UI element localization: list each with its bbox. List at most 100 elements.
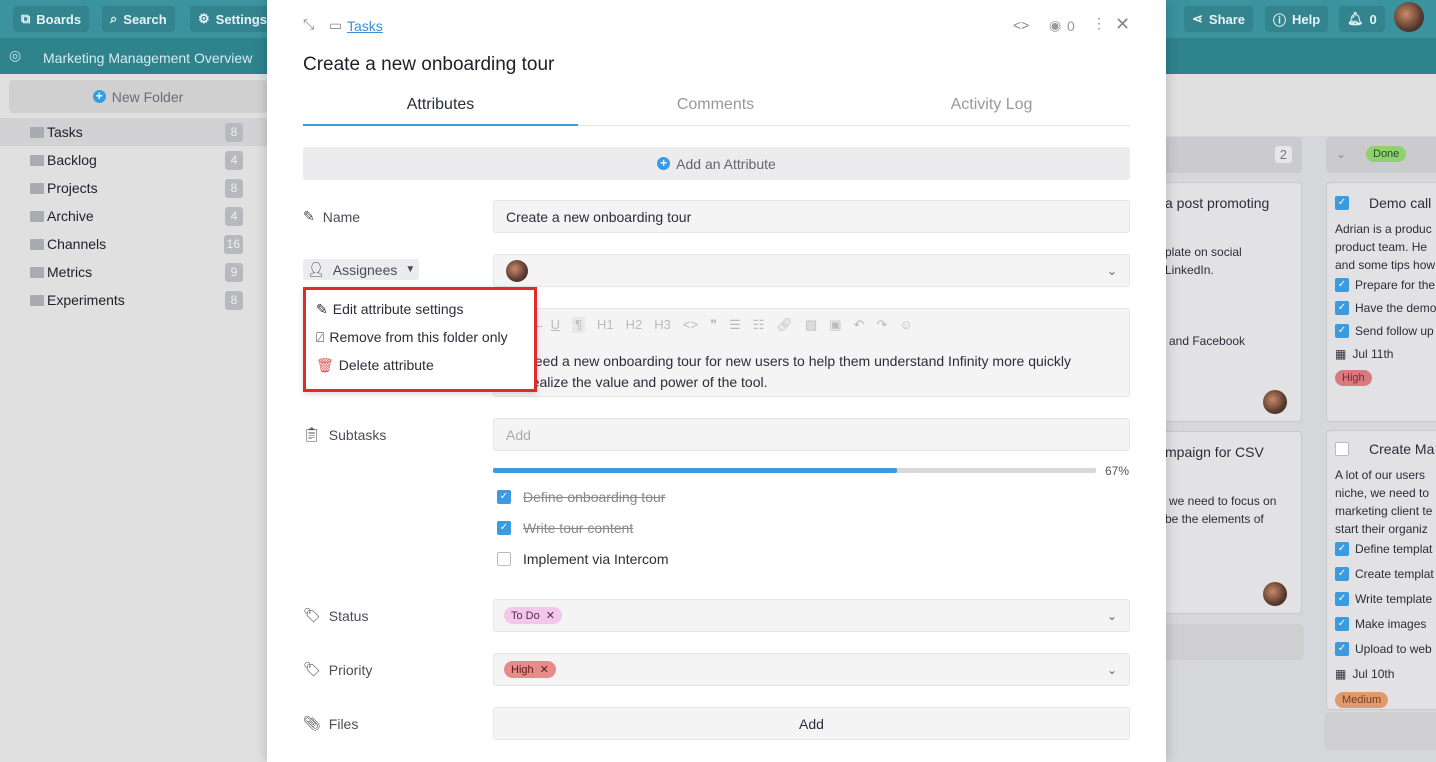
description-editor[interactable]: S̶U¶ H1H2H3 <>❞☰☷ 🔗︎▨▣↶↷☺ need a new onb… [493, 308, 1130, 397]
sidebar-folder-metrics[interactable]: Metrics 9 [0, 258, 267, 286]
status-select[interactable]: To Do ✕ ⌄ [493, 599, 1130, 632]
notifications-button[interactable]: 🔔︎ 0 [1339, 6, 1385, 32]
more-icon[interactable]: ⋮ [1092, 15, 1106, 32]
sidebar-folder-experiments[interactable]: Experiments 8 [0, 286, 267, 314]
h1-button[interactable]: H1 [597, 317, 614, 333]
eye-icon[interactable]: ◉ [1049, 17, 1061, 34]
board-card[interactable]: Create Ma A lot of our users niche, we n… [1326, 430, 1436, 710]
checkbox[interactable]: ✓ [1335, 324, 1349, 338]
name-input[interactable]: Create a new onboarding tour [493, 200, 1130, 233]
close-icon[interactable]: ✕ [1115, 14, 1130, 35]
remove-icon[interactable]: ✕ [546, 609, 555, 622]
redo-icon[interactable]: ↷ [876, 317, 887, 333]
menu-item-remove-from-folder[interactable]: ⍁ Remove from this folder only [316, 329, 508, 346]
help-button[interactable]: ⓘ Help [1265, 6, 1329, 32]
assignees-label-button[interactable]: 👤︎ Assignees ▼ [303, 259, 420, 280]
checkbox[interactable]: ✓ [1335, 278, 1349, 292]
checkbox[interactable]: ✓ [1335, 301, 1349, 315]
checkbox[interactable]: ✓ [1335, 196, 1349, 210]
emoji-icon[interactable]: ☺ [899, 317, 912, 333]
folder-count: 4 [225, 150, 243, 170]
board-card[interactable]: a post promoting plate on social LinkedI… [1150, 182, 1302, 422]
trash-icon: 🗑︎ [316, 357, 334, 373]
user-avatar[interactable] [1394, 2, 1424, 32]
menu-item-delete-attribute[interactable]: 🗑︎ Delete attribute [316, 357, 434, 374]
eye-icon[interactable]: ◎ [9, 47, 21, 64]
add-card-button[interactable] [1150, 624, 1304, 660]
add-card-button[interactable] [1324, 712, 1436, 750]
sidebar-folder-archive[interactable]: Archive 4 [0, 202, 267, 230]
tab-activity-log[interactable]: Activity Log [853, 96, 1130, 126]
label-text: Subtasks [328, 426, 387, 443]
checkbox-checked[interactable]: ✓ [497, 490, 511, 504]
image-icon[interactable]: ▨ [805, 317, 817, 333]
card-text: plate on social [1165, 245, 1242, 259]
priority-select[interactable]: High ✕ ⌄ [493, 653, 1130, 686]
checkbox[interactable]: ✓ [1335, 592, 1349, 606]
search-button[interactable]: ⌕ Search [102, 6, 175, 32]
video-icon[interactable]: ▣ [829, 317, 841, 333]
folder-count: 9 [225, 262, 243, 282]
add-attribute-button[interactable]: + Add an Attribute [303, 147, 1130, 180]
link-icon[interactable]: 🔗︎ [776, 317, 793, 333]
folder-label: Backlog [47, 152, 97, 168]
card-title: mpaign for CSV [1165, 444, 1264, 460]
card-title: Demo call [1369, 195, 1432, 211]
code-icon[interactable]: <> [683, 317, 698, 333]
status-badge: Done [1366, 146, 1407, 162]
folder-count: 8 [225, 122, 243, 142]
priority-value: High [511, 663, 534, 676]
underline-icon[interactable]: U [551, 317, 560, 333]
checklist-item: Create templat [1355, 567, 1434, 581]
numbered-list-icon[interactable]: ☷ [753, 317, 765, 333]
collapse-icon[interactable]: ⤡ [303, 16, 314, 33]
files-add-label: Add [799, 715, 824, 732]
bullet-list-icon[interactable]: ☰ [729, 317, 741, 333]
chevron-down-icon[interactable]: ⌄ [1336, 147, 1346, 161]
description-text: need a new onboarding tour for new users… [527, 353, 1071, 369]
tab-attributes[interactable]: Attributes [303, 96, 578, 126]
sidebar-folder-tasks[interactable]: Tasks 8 [0, 118, 267, 146]
board-card[interactable]: mpaign for CSV we need to focus on be th… [1150, 431, 1302, 614]
sidebar-folder-backlog[interactable]: Backlog 4 [0, 146, 267, 174]
undo-icon[interactable]: ↶ [854, 317, 865, 333]
settings-button[interactable]: ⚙ Settings [190, 6, 275, 32]
chevron-down-icon: ⌄ [1106, 263, 1117, 278]
h3-button[interactable]: H3 [654, 317, 671, 333]
checkbox[interactable]: ✓ [1335, 617, 1349, 631]
checkbox[interactable] [497, 552, 511, 566]
priority-label: 🏷︎ Priority [303, 661, 372, 678]
checklist-item: Have the demo [1355, 301, 1436, 315]
checkbox-checked[interactable]: ✓ [497, 521, 511, 535]
folder-label: Tasks [47, 124, 83, 140]
share-button[interactable]: ⋖ Share [1184, 6, 1254, 32]
checkbox[interactable] [1335, 442, 1349, 456]
card-title: Create Ma [1369, 441, 1435, 457]
due-date: Jul 10th [1352, 667, 1395, 681]
task-title: Create a new onboarding tour [303, 54, 555, 75]
breadcrumb-link[interactable]: Tasks [347, 18, 383, 34]
folder-label: Metrics [47, 264, 93, 280]
quote-icon[interactable]: ❞ [710, 317, 717, 333]
tab-comments[interactable]: Comments [578, 96, 853, 126]
code-icon[interactable]: <> [1013, 17, 1029, 33]
folder-icon [30, 126, 44, 138]
checkbox[interactable]: ✓ [1335, 567, 1349, 581]
calendar-icon: ▦ [1335, 347, 1347, 361]
sidebar-folder-projects[interactable]: Projects 8 [0, 174, 267, 202]
checkbox[interactable]: ✓ [1335, 642, 1349, 656]
paragraph-icon[interactable]: ¶ [572, 317, 586, 333]
plus-icon: + [92, 90, 106, 103]
sidebar-folder-channels[interactable]: Channels 16 [0, 230, 267, 258]
checkbox[interactable]: ✓ [1335, 542, 1349, 556]
files-add-button[interactable]: Add [493, 707, 1130, 740]
h2-button[interactable]: H2 [626, 317, 643, 333]
assignees-select[interactable]: ⌄ [493, 254, 1130, 287]
menu-item-edit-attribute[interactable]: ✎ Edit attribute settings [316, 301, 463, 318]
board-card[interactable]: ✓ Demo call Adrian is a produc product te… [1326, 182, 1436, 422]
boards-button[interactable]: ⧉ Boards [13, 6, 90, 32]
remove-icon[interactable]: ✕ [540, 663, 549, 676]
subtask-input[interactable]: Add [493, 418, 1130, 451]
new-folder-button[interactable]: + New Folder [9, 80, 267, 113]
boards-icon: ⧉ [21, 11, 31, 26]
